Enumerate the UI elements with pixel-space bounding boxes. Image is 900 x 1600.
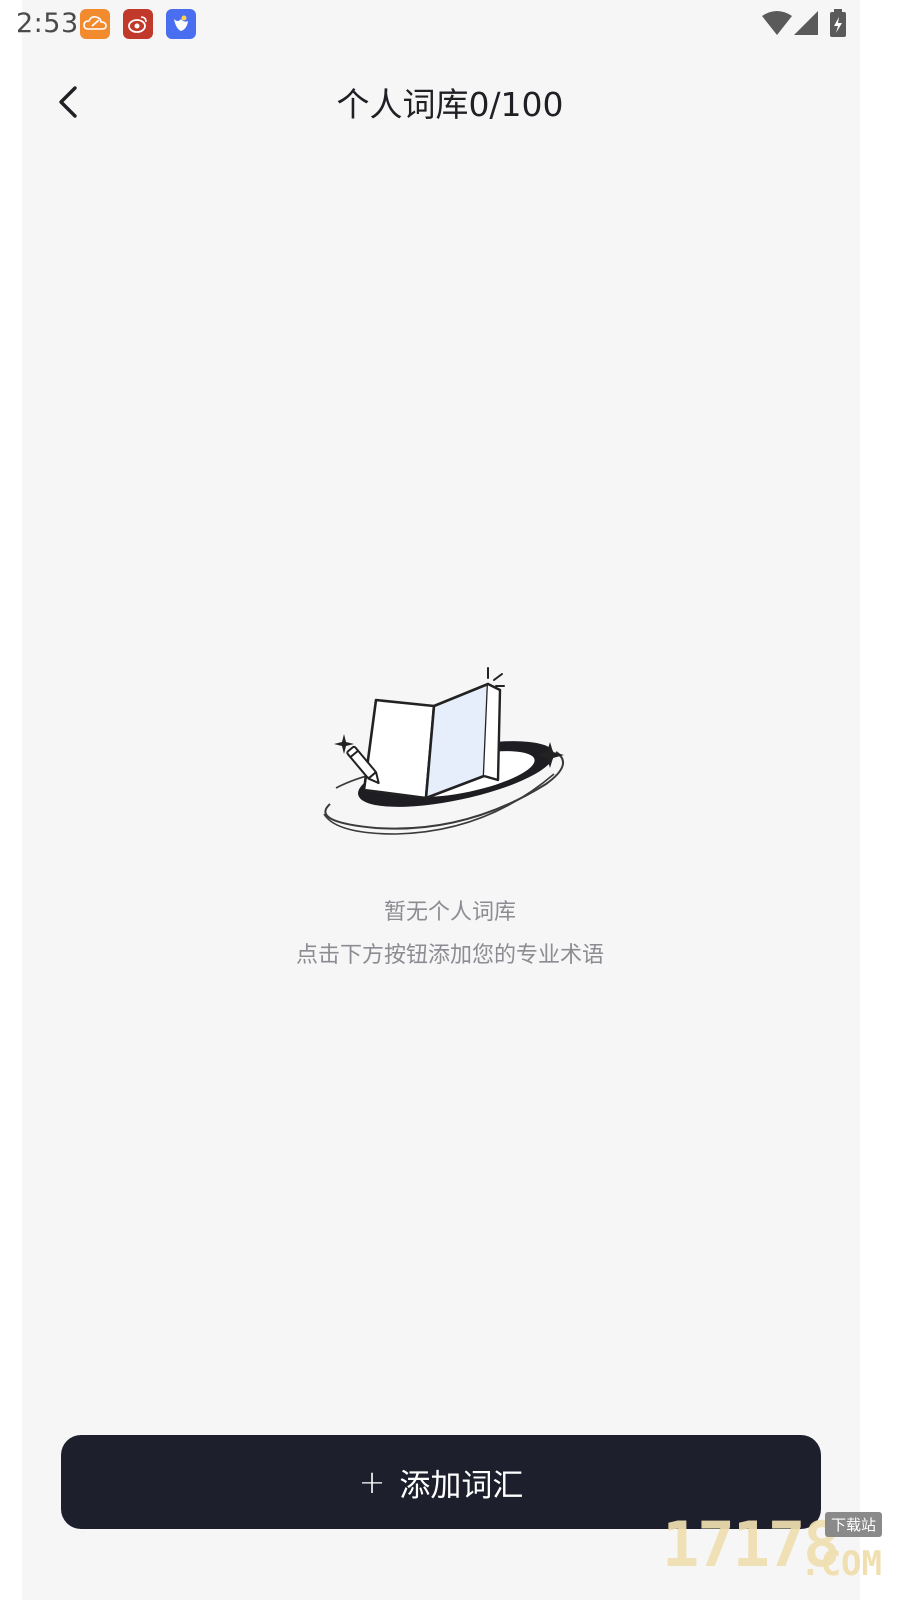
status-time: 2:53 xyxy=(16,8,79,39)
screen: 2:53 个人词库0/100 暂无个人词库 点击下方按钮添加您的专业术语 + 添… xyxy=(0,0,900,1600)
page-title: 个人词库0/100 xyxy=(336,85,564,124)
battery-charging-icon xyxy=(830,9,846,37)
cloud-note-icon xyxy=(80,9,110,39)
empty-state-hint: 点击下方按钮添加您的专业术语 xyxy=(295,943,604,968)
status-bar: 2:53 xyxy=(0,0,900,48)
watermark-domain: .COM xyxy=(800,1544,882,1584)
watermark: 17178 下载站 .COM xyxy=(662,1508,892,1588)
plus-icon: + xyxy=(358,1463,386,1501)
weibo-icon xyxy=(123,9,153,39)
cellular-signal-icon xyxy=(794,11,818,35)
status-indicators xyxy=(760,8,860,40)
watermark-badge: 下载站 xyxy=(824,1512,882,1537)
empty-state-title: 暂无个人词库 xyxy=(383,900,516,925)
add-vocabulary-label: 添加词汇 xyxy=(399,1467,524,1504)
header: 个人词库0/100 xyxy=(0,60,900,144)
bird-app-icon xyxy=(166,9,196,39)
open-book-icon xyxy=(323,667,565,835)
wifi-icon xyxy=(762,11,792,35)
